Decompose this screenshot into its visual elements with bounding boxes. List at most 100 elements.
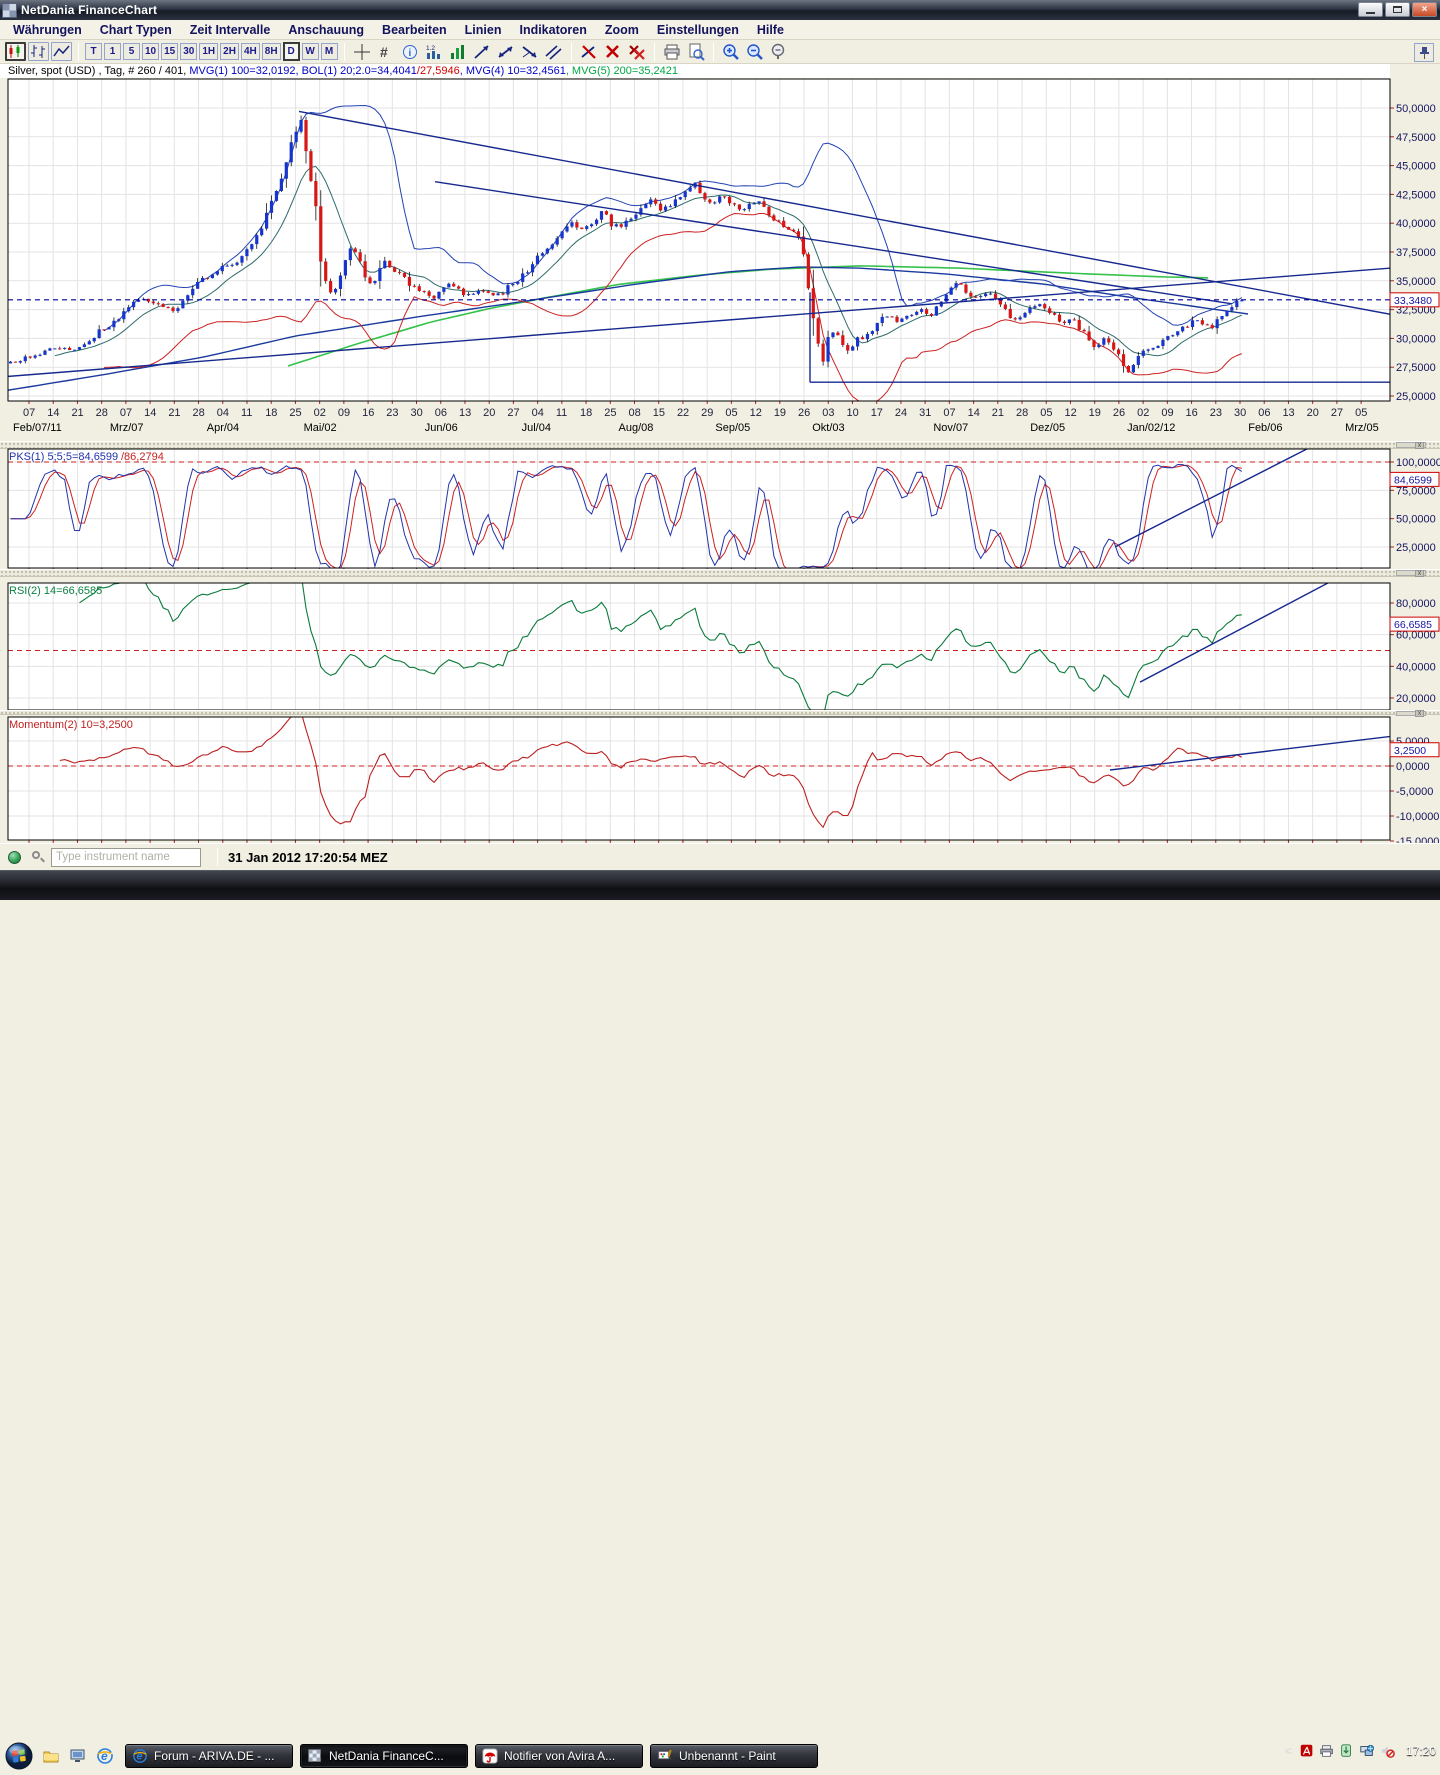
title-bar: NetDania FinanceChart ×: [0, 0, 1440, 20]
menu-anschauung[interactable]: Anschauung: [279, 20, 373, 40]
maximize-button[interactable]: [1385, 2, 1410, 17]
svg-text:35,0000: 35,0000: [1396, 276, 1436, 288]
quick-launch-overflow-chevron[interactable]: »: [110, 1743, 117, 1758]
menu-zeit-intervalle[interactable]: Zeit Intervalle: [181, 20, 280, 40]
tray-chevron[interactable]: <: [1285, 1744, 1292, 1758]
svg-text:26: 26: [1113, 407, 1125, 419]
trendline-button[interactable]: [471, 42, 493, 61]
panel-splitter-2[interactable]: x: [0, 569, 1440, 577]
svg-text:06: 06: [1258, 407, 1270, 419]
taskbar-button-label: NetDania FinanceC...: [329, 1749, 444, 1763]
internet-explorer-icon: e: [132, 1748, 148, 1764]
interval-30-button[interactable]: 30: [180, 43, 198, 60]
close-button[interactable]: ×: [1412, 2, 1437, 17]
search-icon: [31, 850, 45, 864]
svg-text:26: 26: [798, 407, 810, 419]
svg-text:Dez/05: Dez/05: [1030, 422, 1065, 434]
svg-text:28: 28: [193, 407, 205, 419]
pks-indicator-panel[interactable]: 100,0000 75,0000 50,0000 25,0000 PKS(1) 5;5;…: [0, 440, 1440, 580]
line-chart-button[interactable]: [51, 42, 72, 61]
info-button[interactable]: i: [399, 42, 421, 61]
interval-1-button[interactable]: 1: [104, 43, 121, 60]
svg-text:16: 16: [362, 407, 374, 419]
adobe-reader-tray-icon[interactable]: [1299, 1743, 1315, 1759]
volume-histogram-button[interactable]: [447, 42, 469, 61]
zoom-reset-button[interactable]: [768, 42, 790, 61]
svg-text:11: 11: [556, 407, 567, 419]
delete-trendline-button[interactable]: [578, 42, 600, 61]
taskbar-button-avira[interactable]: Notifier von Avira A...: [475, 1744, 643, 1768]
interval-8h-button[interactable]: 8H: [261, 43, 281, 60]
interval-t-button[interactable]: T: [85, 43, 102, 60]
pin-button[interactable]: [1414, 43, 1434, 62]
menu-hilfe[interactable]: Hilfe: [748, 20, 793, 40]
svg-text:23: 23: [386, 407, 398, 419]
interval-d-button[interactable]: D: [282, 42, 300, 61]
menu-indikatoren[interactable]: Indikatoren: [510, 20, 595, 40]
svg-text:08: 08: [629, 407, 641, 419]
candlestick-chart-button[interactable]: [5, 42, 26, 61]
zoom-out-button[interactable]: [744, 42, 766, 61]
svg-text:Momentum(2) 10=3,2500: Momentum(2) 10=3,2500: [9, 719, 133, 731]
zoom-in-button[interactable]: [720, 42, 742, 61]
interval-w-button[interactable]: W: [301, 43, 319, 60]
menu-w-hrungen[interactable]: Währungen: [4, 20, 91, 40]
print-preview-button[interactable]: [685, 42, 707, 61]
svg-text:75,0000: 75,0000: [1396, 485, 1436, 497]
taskbar-button-paint[interactable]: Unbenannt - Paint: [650, 1744, 818, 1768]
show-desktop-icon[interactable]: [67, 1745, 88, 1766]
indicator-settings-button[interactable]: 1.2: [423, 42, 445, 61]
menu-bearbeiten[interactable]: Bearbeiten: [373, 20, 456, 40]
chart-legend: Silver, spot (USD) , Tag, # 260 / 401, M…: [0, 64, 1390, 78]
printer-tray-icon[interactable]: [1319, 1743, 1335, 1759]
instrument-search-input[interactable]: [51, 847, 201, 867]
ohlc-chart-button[interactable]: [28, 42, 49, 61]
delete-selected-button[interactable]: [602, 42, 624, 61]
delete-all-button[interactable]: [626, 42, 648, 61]
interval-5-button[interactable]: 5: [123, 43, 140, 60]
momentum-indicator-panel[interactable]: 5,00000,0000-5,0000-10,0000-15,0000Momen…: [0, 715, 1440, 843]
grid-button[interactable]: #: [375, 42, 397, 61]
interval-m-button[interactable]: M: [320, 43, 338, 60]
menu-chart-typen[interactable]: Chart Typen: [91, 20, 181, 40]
rsi-indicator-panel[interactable]: 80,000060,000040,000020,0000RSI(2) 14=66…: [0, 580, 1440, 715]
panel-close-icon[interactable]: x: [1415, 569, 1424, 577]
trendline-ray-button[interactable]: [519, 42, 541, 61]
interval-15-button[interactable]: 15: [161, 43, 179, 60]
toolbar-separator: [712, 42, 714, 61]
menu-einstellungen[interactable]: Einstellungen: [648, 20, 748, 40]
svg-text:25: 25: [604, 407, 616, 419]
svg-text:40,0000: 40,0000: [1396, 661, 1436, 673]
folder-icon[interactable]: [40, 1745, 61, 1766]
crosshair-button[interactable]: [351, 42, 373, 61]
taskbar-button-netdania[interactable]: NetDania FinanceC...: [300, 1744, 468, 1768]
svg-text:15: 15: [653, 407, 665, 419]
volume-muted-tray-icon[interactable]: [1379, 1743, 1395, 1759]
interval-10-button[interactable]: 10: [142, 43, 160, 60]
interval-1h-button[interactable]: 1H: [199, 43, 219, 60]
minimize-button[interactable]: [1358, 2, 1383, 17]
tray-icons: [1299, 1743, 1395, 1759]
svg-text:06: 06: [435, 407, 447, 419]
legend-segment: , MVG(5) 200=35,2421: [565, 65, 679, 77]
splitter-grip-icon[interactable]: x: [1396, 569, 1426, 577]
window-controls: ×: [1356, 2, 1437, 17]
taskbar-button-internet-explorer[interactable]: e Forum - ARIVA.DE - ...: [125, 1744, 293, 1768]
print-button[interactable]: [661, 42, 683, 61]
trendline-channel-button[interactable]: [543, 42, 565, 61]
trendline-segment-button[interactable]: [495, 42, 517, 61]
svg-text:09: 09: [338, 407, 350, 419]
interval-2h-button[interactable]: 2H: [220, 43, 239, 60]
taskbar: e » e Forum - ARIVA.DE - ... NetDania Fina…: [0, 870, 1440, 1770]
svg-text:05: 05: [725, 407, 737, 419]
svg-text:05: 05: [1040, 407, 1052, 419]
menu-zoom[interactable]: Zoom: [596, 20, 648, 40]
network-tray-icon[interactable]: [1359, 1743, 1375, 1759]
app-icon: [2, 2, 17, 18]
interval-4h-button[interactable]: 4H: [240, 43, 260, 60]
start-button[interactable]: [5, 1742, 33, 1770]
menu-linien[interactable]: Linien: [456, 20, 511, 40]
main-price-chart[interactable]: 50,0000 47,5000 45,0000 42,5000 40,0000 37,50…: [0, 78, 1440, 441]
svg-text:40,0000: 40,0000: [1396, 218, 1436, 230]
removable-device-tray-icon[interactable]: [1339, 1743, 1355, 1759]
